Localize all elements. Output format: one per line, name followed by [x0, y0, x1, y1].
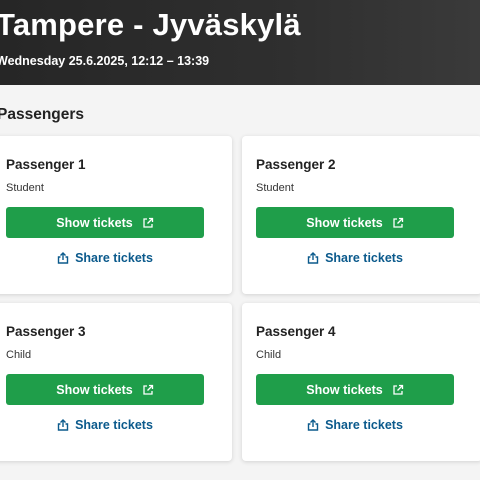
external-link-icon: [392, 217, 404, 229]
share-tickets-button[interactable]: Share tickets: [256, 414, 454, 436]
show-tickets-button[interactable]: Show tickets: [6, 374, 204, 405]
journey-datetime: Wednesday 25.6.2025, 12:12 – 13:39: [0, 54, 210, 68]
external-link-icon: [142, 384, 154, 396]
share-tickets-label: Share tickets: [75, 251, 153, 265]
share-tickets-label: Share tickets: [325, 418, 403, 432]
passenger-type: Child: [6, 349, 32, 361]
share-tickets-label: Share tickets: [325, 251, 403, 265]
passenger-type: Child: [256, 349, 282, 361]
section-title: Passengers: [0, 106, 85, 123]
show-tickets-button[interactable]: Show tickets: [6, 207, 204, 238]
show-tickets-label: Show tickets: [306, 215, 383, 230]
show-tickets-label: Show tickets: [56, 382, 133, 397]
share-icon: [307, 252, 319, 264]
external-link-icon: [142, 217, 154, 229]
passenger-card: Passenger 1 Student Show tickets Share t…: [0, 136, 232, 294]
passenger-name: Passenger 1: [6, 157, 86, 172]
passenger-name: Passenger 2: [256, 157, 336, 172]
passenger-name: Passenger 3: [6, 324, 86, 339]
share-icon: [57, 252, 69, 264]
share-tickets-label: Share tickets: [75, 418, 153, 432]
share-tickets-button[interactable]: Share tickets: [6, 414, 204, 436]
passenger-name: Passenger 4: [256, 324, 336, 339]
journey-header: Tampere - Jyväskylä Wednesday 25.6.2025,…: [0, 0, 480, 85]
share-tickets-button[interactable]: Share tickets: [6, 247, 204, 269]
passenger-card: Passenger 4 Child Show tickets Share tic…: [242, 303, 480, 461]
external-link-icon: [392, 384, 404, 396]
share-icon: [307, 419, 319, 431]
share-icon: [57, 419, 69, 431]
passenger-card: Passenger 2 Student Show tickets Share t…: [242, 136, 480, 294]
show-tickets-label: Show tickets: [56, 215, 133, 230]
share-tickets-button[interactable]: Share tickets: [256, 247, 454, 269]
journey-title: Tampere - Jyväskylä: [0, 7, 301, 42]
show-tickets-button[interactable]: Show tickets: [256, 374, 454, 405]
passenger-type: Student: [256, 182, 294, 194]
show-tickets-label: Show tickets: [306, 382, 383, 397]
passenger-card: Passenger 3 Child Show tickets Share tic…: [0, 303, 232, 461]
passenger-type: Student: [6, 182, 44, 194]
show-tickets-button[interactable]: Show tickets: [256, 207, 454, 238]
